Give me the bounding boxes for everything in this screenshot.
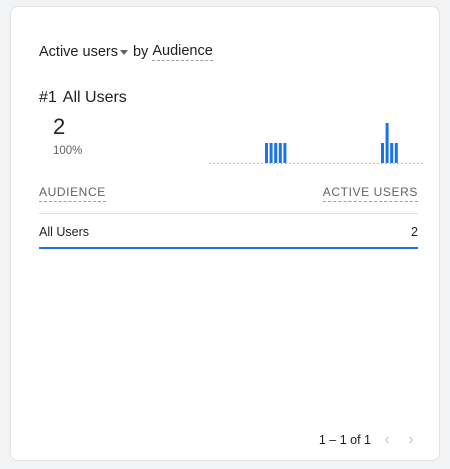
pagination-range: 1 – 1 of 1 [318,433,371,447]
chevron-right-icon[interactable]: › [403,431,419,449]
sparkline-bar [269,143,273,163]
metric-selector[interactable]: Active users [39,44,118,60]
top-item-heading: #1 All Users [39,89,133,107]
top-item-percent: 100% [53,145,83,157]
table-row[interactable]: All Users 2 [39,217,418,247]
sparkline-bar [394,143,398,163]
sparkline-bar [390,143,394,163]
row-audience: All Users [39,225,90,239]
chevron-left-icon[interactable]: ‹ [379,431,395,449]
top-item-rank: #1 [39,89,57,106]
table-header-divider [39,213,418,214]
dimension-selector[interactable]: Audience [152,43,213,61]
top-item-value: 2 [53,114,66,139]
column-header-active-users[interactable]: ACTIVE USERS [322,185,418,202]
column-header-audience[interactable]: AUDIENCE [39,185,106,202]
top-item-name: All Users [62,89,127,106]
metric-label: Active users [39,44,118,60]
sparkline-chart [209,123,424,164]
sparkline-bar [278,143,282,163]
sparkline-bar [265,143,268,163]
sparkline-bar [381,143,384,163]
row-active-users: 2 [411,225,418,239]
card-title: Active users by Audience [39,43,213,61]
sparkline-bar [385,123,389,163]
sparkline-bar [283,143,287,163]
audience-card: Active users by Audience #1 All Users 2 1… [10,6,440,461]
dropdown-caret-icon[interactable] [119,49,128,55]
row-share-bar [39,247,418,249]
by-text: by [132,44,149,60]
pagination: 1 – 1 of 1 ‹ › [319,431,419,449]
sparkline-bar [274,143,278,163]
